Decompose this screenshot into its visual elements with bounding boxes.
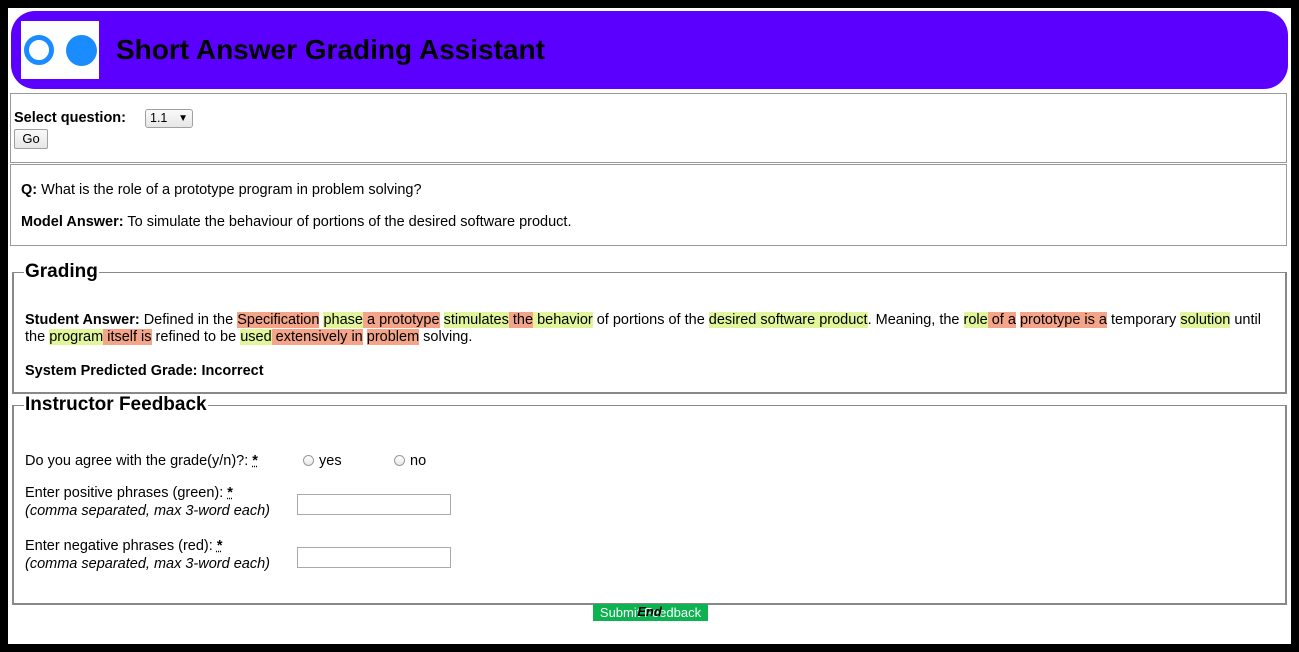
- answer-text-segment: temporary: [1107, 312, 1181, 328]
- student-answer-label: Student Answer:: [25, 312, 140, 328]
- negative-phrases-label: Enter negative phrases (red): * (comma s…: [25, 537, 270, 573]
- page-title: Short Answer Grading Assistant: [116, 34, 545, 65]
- question-select-panel: Select question: 1.1 ▼ Go: [10, 93, 1287, 163]
- positive-phrase: phase: [323, 312, 363, 328]
- go-button[interactable]: Go: [14, 129, 48, 149]
- grading-legend: Grading: [25, 261, 98, 282]
- student-answer-text: Defined in the Specification phase a pro…: [25, 312, 1261, 345]
- positive-phrase: role: [963, 312, 988, 328]
- predicted-grade: System Predicted Grade: Incorrect: [25, 363, 264, 379]
- question-dropdown-value: 1.1: [150, 111, 168, 125]
- positive-phrase: used: [240, 329, 272, 345]
- negative-phrase: the: [508, 312, 534, 328]
- negative-hint: (comma separated, max 3-word each): [25, 556, 270, 572]
- question-dropdown[interactable]: 1.1 ▼: [145, 109, 193, 128]
- dot-icon: [66, 35, 97, 66]
- model-answer-label: Model Answer:: [21, 214, 124, 230]
- required-mark: *: [252, 453, 258, 469]
- required-mark: *: [227, 485, 233, 501]
- positive-phrase: solution: [1180, 312, 1231, 328]
- positive-phrase: desired software product: [708, 312, 868, 328]
- negative-phrase: extensively in: [271, 329, 363, 345]
- agree-question: Do you agree with the grade(y/n)?: *: [25, 452, 258, 470]
- end-label: End: [637, 604, 662, 619]
- positive-phrase: stimulates: [443, 312, 509, 328]
- agree-label: Do you agree with the grade(y/n)?:: [25, 453, 253, 469]
- negative-phrases-input[interactable]: [297, 547, 451, 568]
- negative-phrase: problem: [366, 329, 420, 345]
- negative-phrase: of a: [987, 312, 1016, 328]
- question-text: What is the role of a prototype program …: [37, 182, 422, 198]
- required-mark: *: [216, 538, 223, 554]
- answer-text-segment: Defined in the: [139, 312, 238, 328]
- feedback-legend: Instructor Feedback: [25, 394, 207, 415]
- header-bar: Short Answer Grading Assistant: [11, 11, 1288, 89]
- page: Short Answer Grading Assistant Select qu…: [8, 8, 1291, 644]
- model-answer-text: To simulate the behaviour of portions of…: [123, 214, 572, 230]
- answer-text-segment: . Meaning, the: [867, 312, 964, 328]
- positive-phrase: behavior: [533, 312, 593, 328]
- positive-phrases-input[interactable]: [297, 494, 451, 515]
- answer-text-segment: solving.: [419, 329, 473, 345]
- yes-radio[interactable]: [303, 455, 314, 466]
- student-answer: Student Answer: Defined in the Specifica…: [25, 312, 1277, 346]
- positive-phrase: program: [49, 329, 104, 345]
- answer-text-segment: refined to be: [151, 329, 241, 345]
- negative-phrase: prototype is a: [1019, 312, 1107, 328]
- model-answer-line: Model Answer: To simulate the behaviour …: [21, 214, 571, 230]
- app-logo: [21, 21, 99, 79]
- no-radio[interactable]: [394, 455, 405, 466]
- negative-label-text: Enter negative phrases (red):: [25, 538, 217, 554]
- question-line: Q: What is the role of a prototype progr…: [21, 182, 422, 198]
- negative-phrase: Specification: [237, 312, 320, 328]
- question-label: Q:: [21, 182, 38, 198]
- select-question-label: Select question:: [14, 110, 126, 126]
- answer-text-segment: [440, 312, 444, 328]
- grading-section: Grading Student Answer: Defined in the S…: [12, 262, 1287, 394]
- chevron-down-icon: ▼: [178, 113, 188, 124]
- instructor-feedback-section: Instructor Feedback Do you agree with th…: [12, 394, 1287, 621]
- ring-icon: [24, 35, 54, 65]
- negative-phrase: itself is: [103, 329, 152, 345]
- negative-phrase: a prototype: [362, 312, 440, 328]
- positive-label-text: Enter positive phrases (green):: [25, 485, 228, 501]
- positive-phrases-label: Enter positive phrases (green): * (comma…: [25, 484, 270, 520]
- positive-hint: (comma separated, max 3-word each): [25, 503, 270, 519]
- no-label[interactable]: no: [410, 453, 426, 469]
- answer-text-segment: of portions of the: [592, 312, 709, 328]
- question-panel: Q: What is the role of a prototype progr…: [10, 164, 1287, 246]
- yes-label[interactable]: yes: [319, 453, 342, 469]
